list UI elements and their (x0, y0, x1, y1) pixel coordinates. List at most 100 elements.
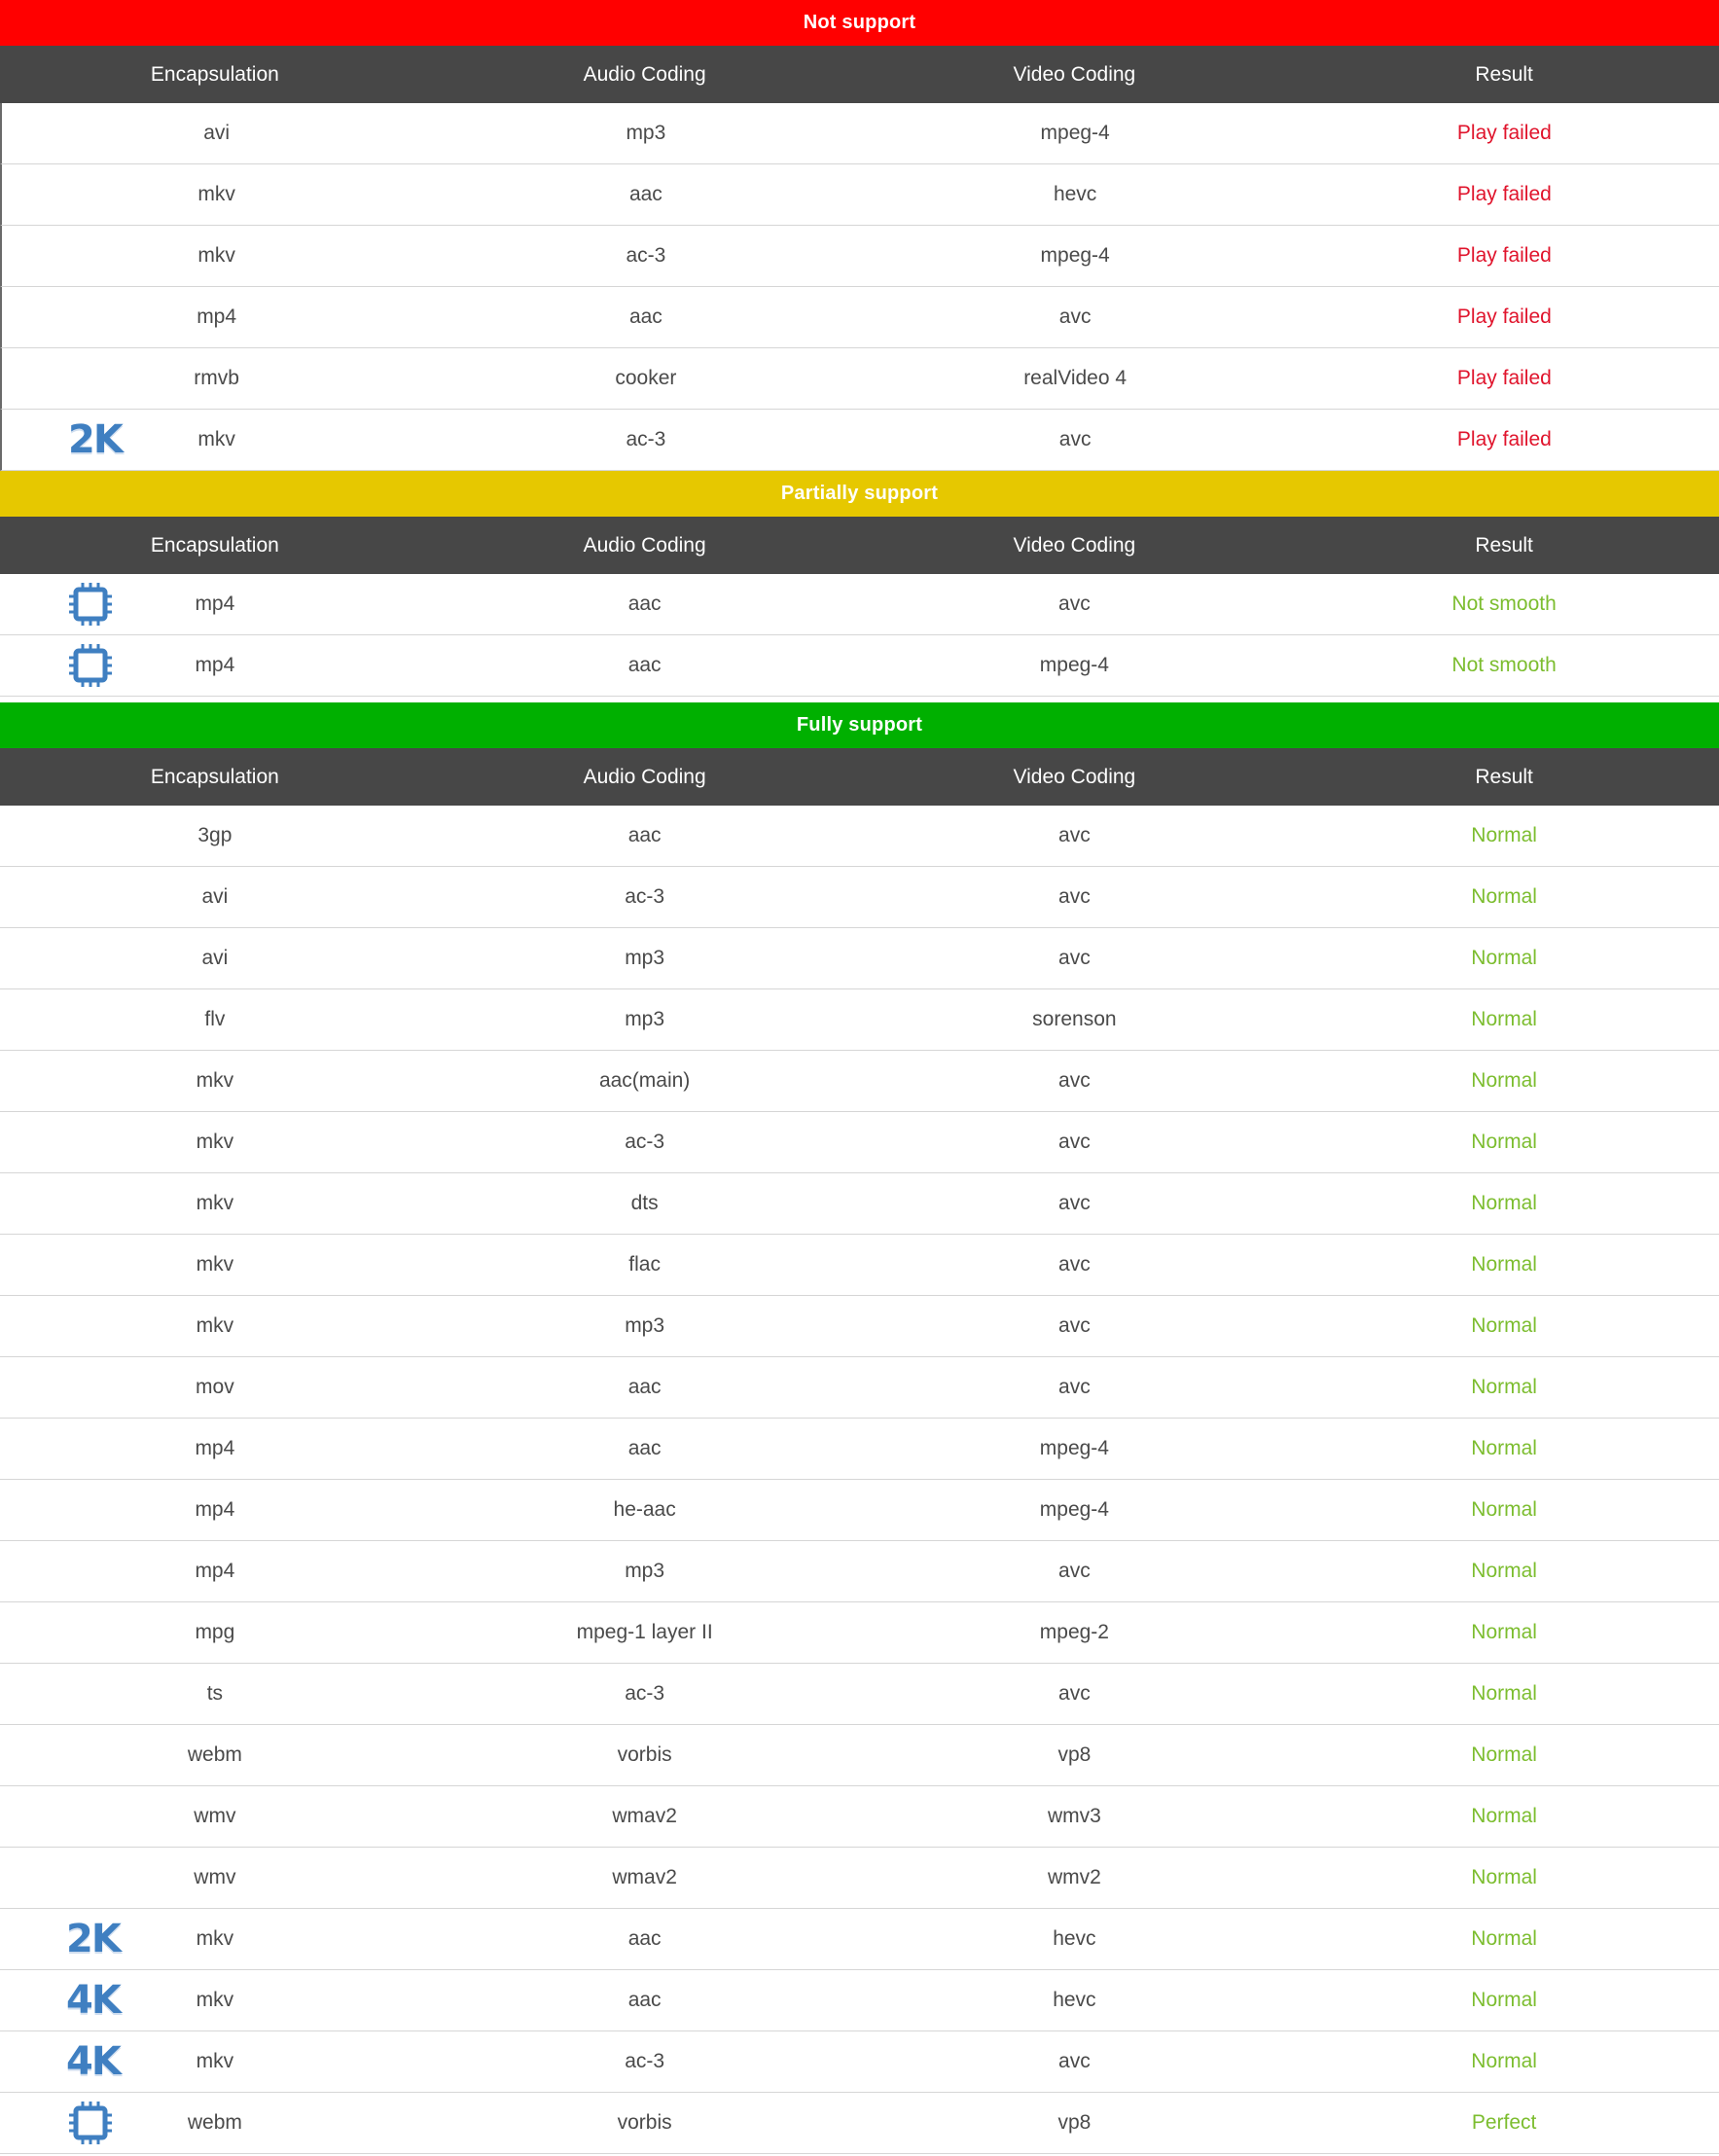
header-audio-coding: Audio Coding (583, 765, 706, 788)
encapsulation-cell: rmvb (194, 367, 239, 389)
not-support-rows: avi mp3 mpeg-4 Play failed mkv aac hevc Play fa… (0, 103, 1719, 471)
result-cell: Play failed (1456, 183, 1552, 205)
resolution-2k-badge: 2K (68, 417, 124, 462)
video-coding-cell: avc (1058, 1192, 1091, 1214)
encapsulation-cell: wmv (194, 1805, 236, 1827)
encapsulation-cell: avi (201, 947, 229, 969)
audio-coding-cell: wmav2 (612, 1805, 677, 1827)
chip-icon (68, 643, 113, 688)
video-coding-cell: avc (1058, 1069, 1091, 1092)
encapsulation-cell: mkv (196, 2050, 234, 2072)
header-encapsulation: Encapsulation (150, 533, 279, 557)
fully-support-banner: Fully support (0, 702, 1719, 748)
table-row: mkv mp3 avc Normal (0, 1296, 1719, 1357)
video-coding-cell: avc (1058, 1131, 1091, 1153)
encapsulation-cell: webm (187, 2111, 242, 2134)
audio-coding-cell: mpeg-1 layer II (576, 1621, 713, 1643)
header-result: Result (1475, 62, 1533, 86)
encapsulation-cell: mkv (196, 1927, 234, 1950)
encapsulation-cell: mkv (196, 1192, 234, 1214)
audio-coding-cell: aac (627, 1376, 662, 1398)
result-cell: Play failed (1456, 305, 1552, 328)
video-coding-cell: avc (1058, 1314, 1091, 1337)
result-cell: Not smooth (1451, 654, 1557, 676)
audio-coding-cell: aac (628, 183, 663, 205)
table-row: flv mp3 sorenson Normal (0, 989, 1719, 1051)
audio-coding-cell: aac (627, 1927, 662, 1950)
header-result: Result (1475, 765, 1533, 788)
result-cell: Normal (1471, 1682, 1537, 1705)
result-cell: Perfect (1471, 2111, 1537, 2134)
result-cell: Normal (1471, 947, 1537, 969)
video-coding-cell: avc (1058, 593, 1091, 615)
encapsulation-cell: avi (201, 885, 229, 908)
result-cell: Normal (1471, 1008, 1537, 1030)
video-coding-cell: mpeg-2 (1039, 1621, 1109, 1643)
audio-coding-cell: dts (630, 1192, 659, 1214)
encapsulation-cell: webm (187, 1743, 242, 1766)
fully-support-rows: 3gp aac avc Normal avi ac-3 avc Normal avi mp3 avc… (0, 806, 1719, 2154)
table-row: mpg mpeg-1 layer II mpeg-2 Normal (0, 1602, 1719, 1664)
audio-coding-cell: vorbis (617, 2111, 672, 2134)
encapsulation-cell: mov (196, 1376, 234, 1398)
resolution-4k-badge: 4K (66, 2039, 122, 2084)
result-cell: Normal (1471, 1314, 1537, 1337)
encapsulation-cell: mp4 (195, 654, 235, 676)
table-header: Encapsulation Audio Coding Video Coding … (0, 748, 1719, 806)
audio-coding-cell: ac-3 (626, 428, 666, 450)
audio-coding-cell: aac (627, 593, 662, 615)
audio-coding-cell: mp3 (625, 1314, 665, 1337)
table-row: mp4 mp3 avc Normal (0, 1541, 1719, 1602)
table-header: Encapsulation Audio Coding Video Coding … (0, 517, 1719, 574)
audio-coding-cell: aac (628, 305, 663, 328)
result-cell: Normal (1471, 1927, 1537, 1950)
video-coding-cell: sorenson (1032, 1008, 1117, 1030)
video-coding-cell: vp8 (1057, 2111, 1092, 2134)
encapsulation-cell: mkv (196, 1989, 234, 2011)
encapsulation-cell: mkv (196, 1253, 234, 1276)
partially-support-rows: mp4 aac avc Not smooth mp4 aac mpeg-4 Not smoot… (0, 574, 1719, 697)
resolution-4k-badge: 4K (66, 1978, 122, 2023)
result-cell: Normal (1471, 2050, 1537, 2072)
result-cell: Normal (1471, 1069, 1537, 1092)
table-row: avi ac-3 avc Normal (0, 867, 1719, 928)
header-encapsulation: Encapsulation (150, 62, 279, 86)
result-cell: Normal (1471, 824, 1537, 846)
table-row: rmvb cooker realVideo 4 Play failed (0, 348, 1719, 410)
result-cell: Normal (1471, 1621, 1537, 1643)
table-row: mkv ac-3 mpeg-4 Play failed (0, 226, 1719, 287)
video-coding-cell: hevc (1053, 1927, 1096, 1950)
table-row: avi mp3 mpeg-4 Play failed (0, 103, 1719, 164)
audio-coding-cell: aac (627, 1437, 662, 1459)
table-row: 4K mkv aac hevc Normal (0, 1970, 1719, 2031)
video-coding-cell: wmv3 (1047, 1805, 1101, 1827)
encapsulation-cell: mkv (196, 1314, 234, 1337)
table-row: mkv aac(main) avc Normal (0, 1051, 1719, 1112)
audio-coding-cell: ac-3 (625, 885, 665, 908)
video-coding-cell: mpeg-4 (1040, 122, 1110, 144)
result-cell: Not smooth (1451, 593, 1557, 615)
encapsulation-cell: mp4 (195, 1498, 235, 1521)
video-coding-cell: mpeg-4 (1039, 1498, 1109, 1521)
header-audio-coding: Audio Coding (583, 533, 706, 557)
audio-coding-cell: ac-3 (626, 244, 666, 267)
encapsulation-cell: 3gp (197, 824, 233, 846)
audio-coding-cell: flac (628, 1253, 661, 1276)
video-coding-cell: realVideo 4 (1023, 367, 1128, 389)
result-cell: Play failed (1456, 244, 1552, 267)
table-row: 3gp aac avc Normal (0, 806, 1719, 867)
result-cell: Normal (1471, 1989, 1537, 2011)
audio-coding-cell: he-aac (613, 1498, 676, 1521)
table-row: ts ac-3 avc Normal (0, 1664, 1719, 1725)
result-cell: Play failed (1456, 122, 1552, 144)
video-coding-cell: hevc (1053, 1989, 1096, 2011)
result-cell: Normal (1471, 1376, 1537, 1398)
not-support-section: Not support Encapsulation Audio Coding V… (0, 0, 1719, 471)
video-coding-cell: avc (1058, 1376, 1091, 1398)
partially-support-banner: Partially support (0, 471, 1719, 517)
audio-coding-cell: mp3 (625, 1560, 665, 1582)
table-row: wmv wmav2 wmv2 Normal (0, 1848, 1719, 1909)
audio-coding-cell: aac (627, 1989, 662, 2011)
encapsulation-cell: ts (206, 1682, 224, 1705)
encapsulation-cell: flv (204, 1008, 226, 1030)
